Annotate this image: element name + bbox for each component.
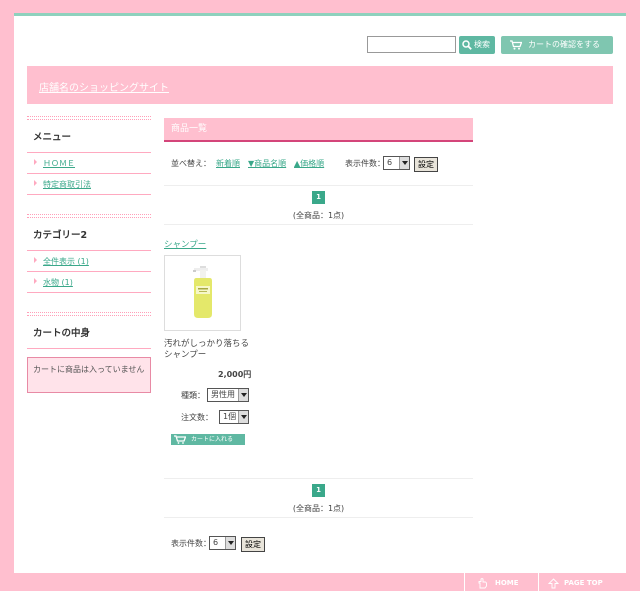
count-select-value: 6 [387, 158, 393, 167]
sort-newest-link[interactable]: 新着順 [216, 158, 240, 169]
footer-page-top-label: PAGE TOP [564, 579, 603, 587]
search-button-label: 検索 [474, 40, 490, 49]
cart-block: カートの中身 カートに商品は入っていません [27, 312, 151, 393]
sidebar-item-label: 全件表示 (1) [43, 257, 89, 266]
kind-label: 種類： [181, 391, 205, 400]
cart-empty-message: カートに商品は入っていません [27, 357, 151, 393]
search-input[interactable] [367, 36, 456, 53]
product-description: 汚れがしっかり落ちる シャンプー [164, 339, 249, 361]
sidebar-item-label: 水物 (1) [43, 278, 73, 287]
footer: HOME PAGE TOP [14, 573, 626, 591]
footer-home-button[interactable]: HOME [464, 573, 538, 591]
quantity-label: 注文数： [181, 413, 213, 422]
add-to-cart-button[interactable]: カートに入れる [171, 434, 245, 445]
site-banner: 店舗名のショッピングサイト [27, 66, 613, 104]
kind-select-value: 男性用 [211, 390, 235, 399]
sort-name-link[interactable]: ▼商品名順 [248, 158, 286, 169]
sidebar-item-all[interactable]: 全件表示 (1) [27, 251, 151, 272]
arrow-icon [34, 159, 37, 165]
menu-block: メニュー ＨＯＭＥ 特定商取引法 [27, 116, 151, 195]
count-label: 表示件数： [345, 159, 385, 168]
bottom-count-bar: 表示件数： 6 設定 [164, 518, 473, 554]
count-select[interactable]: 6 [383, 156, 410, 170]
total-count: (全商品：1点) [292, 211, 345, 220]
chevron-down-icon [238, 389, 248, 401]
arrow-icon [34, 180, 37, 186]
description-line-1: 汚れがしっかり落ちる [164, 339, 250, 349]
shop-name-link[interactable]: 店舗名のショッピングサイト [39, 79, 169, 94]
page-number-current[interactable]: 1 [312, 484, 325, 497]
total-count: (全商品：1点) [292, 504, 345, 513]
product-item: シャンプー 汚れがしっかり落ちる シャンプー 2,000円 種類： 男性用 注文… [164, 225, 473, 479]
sidebar-item-home[interactable]: ＨＯＭＥ [27, 153, 151, 174]
quantity-select-value: 1個 [223, 412, 237, 421]
arrow-icon [34, 257, 37, 263]
view-cart-label: カートの確認をする [528, 40, 600, 49]
shampoo-bottle-icon [193, 266, 212, 318]
chevron-down-icon [238, 411, 248, 423]
main-content: 商品一覧 並べ替え： 新着順 ▼商品名順 ▲価格順 表示件数： 6 設定 1 (… [164, 118, 473, 554]
add-to-cart-label: カートに入れる [191, 436, 234, 443]
kind-select[interactable]: 男性用 [207, 388, 249, 402]
hand-pointer-icon [478, 578, 487, 589]
arrow-icon [34, 278, 37, 284]
sidebar-item-label: ＨＯＭＥ [43, 159, 75, 168]
cart-icon [510, 40, 522, 50]
page-title: 商品一覧 [164, 118, 473, 142]
sort-price-link[interactable]: ▲価格順 [294, 158, 324, 169]
pagination-top: 1 (全商品：1点) [164, 186, 473, 225]
category-title: カテゴリー2 [27, 218, 151, 251]
cart-icon [174, 435, 186, 444]
product-image[interactable] [164, 255, 241, 331]
search-button[interactable]: 検索 [459, 36, 495, 54]
menu-title: メニュー [27, 120, 151, 153]
set-button[interactable]: 設定 [241, 537, 265, 552]
quantity-select[interactable]: 1個 [219, 410, 249, 424]
set-button[interactable]: 設定 [414, 157, 438, 172]
arrow-up-icon [548, 578, 559, 589]
pagination-bottom: 1 (全商品：1点) [164, 479, 473, 518]
category-block: カテゴリー2 全件表示 (1) 水物 (1) [27, 214, 151, 293]
sidebar-item-water[interactable]: 水物 (1) [27, 272, 151, 293]
product-name-link[interactable]: シャンプー [164, 238, 206, 250]
sidebar-item-label: 特定商取引法 [43, 180, 91, 189]
chevron-down-icon [225, 537, 235, 549]
cart-title: カートの中身 [27, 316, 151, 349]
count-select[interactable]: 6 [209, 536, 236, 550]
page-number-current[interactable]: 1 [312, 191, 325, 204]
page-container: 検索 カートの確認をする 店舗名のショッピングサイト メニュー ＨＯＭＥ 特定商… [14, 13, 626, 591]
search-icon [462, 40, 472, 50]
view-cart-button[interactable]: カートの確認をする [501, 36, 613, 54]
chevron-down-icon [399, 157, 409, 169]
sidebar: メニュー ＨＯＭＥ 特定商取引法 カテゴリー2 全件表示 (1) 水物 (1) [27, 116, 151, 412]
footer-page-top-button[interactable]: PAGE TOP [538, 573, 626, 591]
sidebar-item-legal[interactable]: 特定商取引法 [27, 174, 151, 195]
sort-label: 並べ替え： [171, 159, 211, 168]
count-select-value: 6 [213, 538, 219, 547]
count-label: 表示件数： [171, 539, 211, 548]
sort-bar: 並べ替え： 新着順 ▼商品名順 ▲価格順 表示件数： 6 設定 [164, 142, 473, 186]
product-price: 2,000円 [218, 370, 252, 379]
description-line-2: シャンプー [164, 350, 207, 360]
footer-home-label: HOME [495, 579, 519, 587]
